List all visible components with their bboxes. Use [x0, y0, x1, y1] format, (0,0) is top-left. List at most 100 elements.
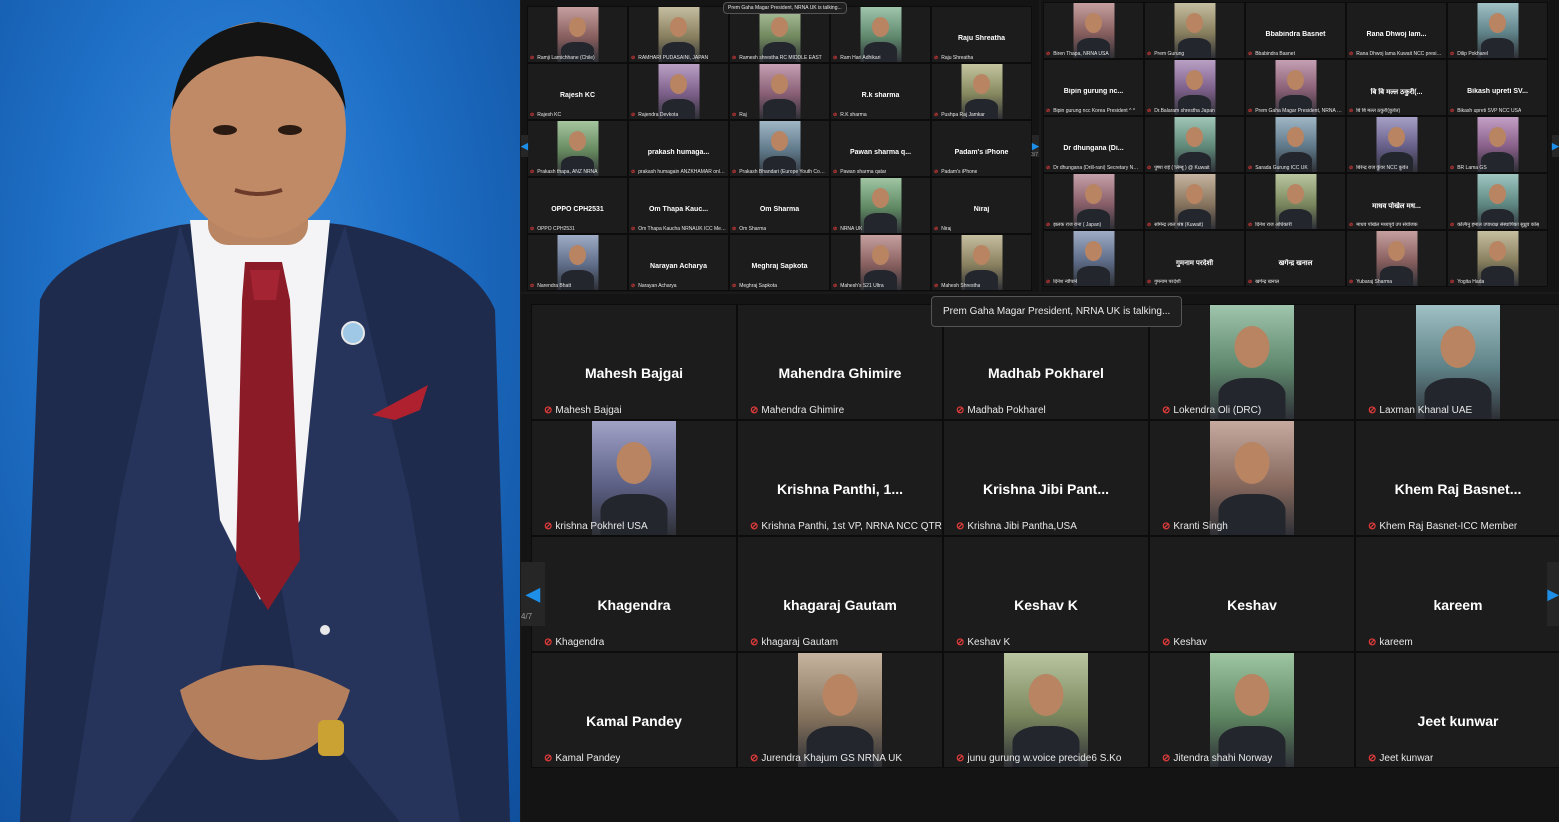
participant-tile[interactable]: Bbabindra Basnet ⊘ Bbabindra Basnet [1245, 2, 1346, 59]
participant-tile[interactable]: Dr dhungana (Di... ⊘ Dr dhungana (Drill-ra… [1043, 116, 1144, 173]
participant-tile[interactable]: ⊘ Ram Hari Adhikari [830, 6, 931, 63]
participant-label-text: Kranti Singh [1173, 521, 1228, 532]
prev-page-arrow[interactable]: ◀ [521, 135, 528, 157]
participant-tile[interactable]: ⊘ Jitendra shahi Norway [1149, 652, 1355, 768]
participant-tile[interactable]: kareem ⊘ kareem [1355, 536, 1559, 652]
participant-tile[interactable]: Niraj ⊘ Niraj [931, 177, 1032, 234]
participant-tile[interactable]: ⊘ Kranti Singh [1149, 420, 1355, 536]
participant-tile[interactable]: ⊘ बिरेन्द्र राज कुँवर NCC कुवेत [1346, 116, 1447, 173]
participant-tile[interactable]: ⊘ BR Lama GS [1447, 116, 1548, 173]
participant-video [1210, 305, 1294, 419]
participant-tile[interactable]: ⊘ NRNA UK [830, 177, 931, 234]
participant-label: ⊘ Sarada Gurung ICC UK [1248, 165, 1308, 171]
mic-muted-icon: ⊘ [631, 112, 636, 118]
participant-tile[interactable]: ⊘ Laxman Khanal UAE [1355, 304, 1559, 420]
participant-tile[interactable]: Keshav ⊘ Keshav [1149, 536, 1355, 652]
mic-muted-icon: ⊘ [1368, 753, 1377, 764]
participant-tile[interactable]: गुमनाम परदेशी ⊘ गुमनाम परदेशी [1144, 230, 1245, 287]
participant-tile[interactable]: ⊘ krishna Pokhrel USA [531, 420, 737, 536]
participant-tile[interactable]: Khagendra ⊘ Khagendra [531, 536, 737, 652]
participant-tile[interactable]: ⊘ Sarada Gurung ICC UK [1245, 116, 1346, 173]
participant-label: ⊘ Mahesh Shrestha [934, 283, 980, 289]
participant-display-name: Om Sharma [759, 206, 800, 213]
participant-label-text: RAMHARI PUDASAINI, JAPAN [638, 55, 709, 61]
participant-tile[interactable]: ⊘ Yubaraj Sharma [1346, 230, 1447, 287]
participant-tile[interactable]: R.k sharma ⊘ R.K sharma [830, 63, 931, 120]
participant-tile[interactable]: Bikash upreti SV... ⊘ Bikash upreti SVP NC… [1447, 59, 1548, 116]
page-indicator: 3/7 [1031, 152, 1038, 158]
participant-tile[interactable]: ⊘ Yogita Hada [1447, 230, 1548, 287]
participant-tile[interactable]: Krishna Panthi, 1... ⊘ Krishna Panthi, 1st… [737, 420, 943, 536]
participant-label-text: BR Lama GS [1457, 165, 1487, 171]
participant-tile[interactable]: Om Sharma ⊘ Om Sharma [729, 177, 830, 234]
next-page-arrow[interactable]: ▶ [1552, 135, 1559, 157]
participant-tile[interactable]: ⊘ Prakash thapa, ANZ NRNA [527, 120, 628, 177]
participant-tile[interactable]: ⊘Prakash Bhandari (Europe Youth Coordina… [729, 120, 830, 177]
participant-tile[interactable]: Meghraj Sapkota ⊘ Meghraj Sapkota [729, 234, 830, 291]
participant-tile[interactable]: Krishna Jibi Pant... ⊘ Krishna Jibi Pantha… [943, 420, 1149, 536]
next-page-arrow[interactable]: ▶ [1547, 562, 1559, 626]
participant-video [798, 653, 882, 767]
participant-label-text: Prakash Bhandari (Europe Youth Coordinat… [739, 169, 827, 175]
participant-label: ⊘ बि बि मल्ल ठकुरी(कुवेत) [1349, 108, 1400, 114]
participant-tile[interactable]: ⊘ junu gurung w.voice precide6 S.Ko [943, 652, 1149, 768]
participant-tile[interactable]: Rana Dhwoj lam... ⊘ Rana Dhwoj lama Kuwait… [1346, 2, 1447, 59]
mic-muted-icon: ⊘ [631, 283, 636, 289]
participant-tile[interactable]: Om Thapa Kauc... ⊘ Om Thapa Kaucha NRNAUK … [628, 177, 729, 234]
participant-tile[interactable]: ⊘ Prem Gaha Magar President, NRNA UK [1245, 59, 1346, 116]
participant-tile[interactable]: ⊘ Biren Thapa, NRNA USA [1043, 2, 1144, 59]
participant-tile[interactable]: Keshav K ⊘ Keshav K [943, 536, 1149, 652]
participant-tile[interactable]: ⊘ Ramji Lamichhane (Chile) [527, 6, 628, 63]
participant-tile[interactable]: ⊘ सोमेन्द्र लाल श्रेष्ठ (Kuwait) [1144, 173, 1245, 230]
participant-label-text: पुष्पा राई ( लिम्बू ) @ Kuwait [1154, 165, 1210, 171]
participant-tile[interactable]: ⊘ झलक राज राना ( Japan) [1043, 173, 1144, 230]
participant-label: ⊘ Raju Shreatha [934, 55, 973, 61]
participant-tile[interactable]: ⊘ दिनेश राज अधिकारी [1245, 173, 1346, 230]
participant-tile[interactable]: ⊘ दिनेश न्यौपाने [1043, 230, 1144, 287]
participant-label: ⊘ junu gurung w.voice precide6 S.Ko [956, 753, 1121, 764]
participant-label: ⊘ Khagendra [544, 637, 604, 648]
participant-label: ⊘ Rajesh KC [530, 112, 561, 118]
participant-display-name: Raju Shreatha [957, 35, 1006, 42]
participant-tile[interactable]: khagaraj Gautam ⊘ khagaraj Gautam [737, 536, 943, 652]
participant-tile[interactable]: ⊘ पुष्पा राई ( लिम्बू ) @ Kuwait [1144, 116, 1245, 173]
participant-tile[interactable]: Bipin gurung nc... ⊘ Bipin gurung ncc Kore… [1043, 59, 1144, 116]
participant-tile[interactable]: Jeet kunwar ⊘ Jeet kunwar [1355, 652, 1559, 768]
participant-video [759, 121, 800, 176]
participant-tile[interactable]: ⊘ Pushpa Raj Jamkar [931, 63, 1032, 120]
participant-tile[interactable]: Pawan sharma q... ⊘ Pawan sharma qatar [830, 120, 931, 177]
participant-tile[interactable]: ⊘ Prem Gurung [1144, 2, 1245, 59]
participant-tile[interactable]: माधव पोखेल मध... ⊘ माधव पोखेल मध्यपूर्व उप… [1346, 173, 1447, 230]
participant-tile[interactable]: ⊘ कल्पिनु हमाल उपाध्यक्ष संस्थापिका सुध्र… [1447, 173, 1548, 230]
participant-tile[interactable]: ⊘ Jurendra Khajum GS NRNA UK [737, 652, 943, 768]
mic-muted-icon: ⊘ [530, 226, 535, 232]
participant-tile[interactable]: बि बि मल्ल ठकुरी(... ⊘ बि बि मल्ल ठकुरी(कु… [1346, 59, 1447, 116]
participant-tile[interactable]: ⊘ Mahesh Shrestha [931, 234, 1032, 291]
participant-tile[interactable]: Mahendra Ghimire ⊘ Mahendra Ghimire [737, 304, 943, 420]
participant-video [1376, 117, 1417, 172]
participant-display-name: Keshav K [1014, 597, 1078, 613]
participant-tile[interactable]: Padam's iPhone ⊘ Padam's iPhone [931, 120, 1032, 177]
participant-label: ⊘ Mahesh Bajgai [544, 405, 622, 416]
participant-tile[interactable]: ⊘ Raj [729, 63, 830, 120]
participant-tile[interactable]: Raju Shreatha ⊘ Raju Shreatha [931, 6, 1032, 63]
participant-tile[interactable]: Mahesh Bajgai ⊘ Mahesh Bajgai [531, 304, 737, 420]
participant-tile[interactable]: Narayan Acharya ⊘ Narayan Acharya [628, 234, 729, 291]
participant-tile[interactable]: prakash humaga... ⊘ prakash humagain ANZKH… [628, 120, 729, 177]
participant-tile[interactable]: ⊘ Ramesh shrestha RC MIDDLE EAST [729, 6, 830, 63]
participant-tile[interactable]: ⊘ Narendra Bhatt [527, 234, 628, 291]
participant-tile[interactable]: Rajesh KC ⊘ Rajesh KC [527, 63, 628, 120]
participant-tile[interactable]: ⊘ Mahesh's S21 Ultra [830, 234, 931, 291]
participant-tile[interactable]: ⊘ RAMHARI PUDASAINI, JAPAN [628, 6, 729, 63]
participant-tile[interactable]: ⊘ Dr.Balaram shrestha Japan [1144, 59, 1245, 116]
participant-tile[interactable]: खगेन्द्र खनाल ⊘ खगेन्द्र खनाल [1245, 230, 1346, 287]
participant-tile[interactable]: OPPO CPH2531 ⊘ OPPO CPH2531 [527, 177, 628, 234]
participant-tile[interactable]: ⊘ Rajendra Devkota [628, 63, 729, 120]
participant-label: ⊘ Raj [732, 112, 747, 118]
participant-tile[interactable]: Khem Raj Basnet... ⊘ Khem Raj Basnet-ICC M… [1355, 420, 1559, 536]
participant-tile[interactable]: ⊘ Dilip Pokharel [1447, 2, 1548, 59]
mic-muted-icon: ⊘ [1046, 51, 1051, 57]
participant-label: ⊘Prakash Bhandari (Europe Youth Coordina… [732, 169, 827, 175]
participant-tile[interactable]: Kamal Pandey ⊘ Kamal Pandey [531, 652, 737, 768]
mic-muted-icon: ⊘ [530, 55, 535, 61]
